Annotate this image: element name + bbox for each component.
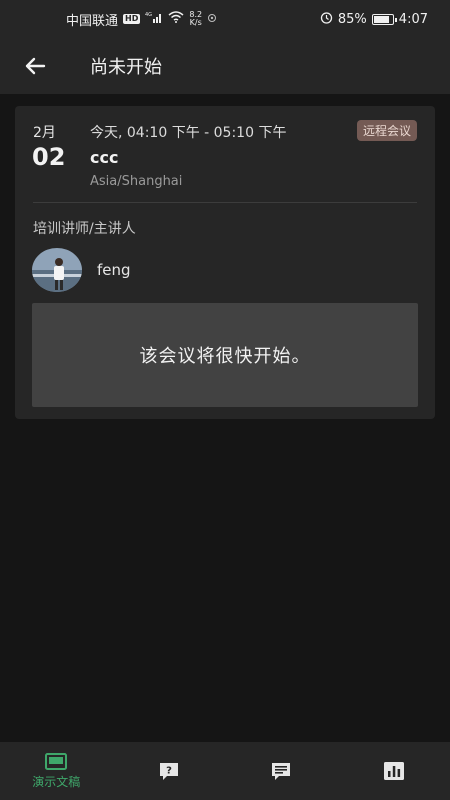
speed-unit: K/s bbox=[189, 18, 202, 27]
tab-presentation[interactable]: 演示文稿 bbox=[0, 742, 113, 800]
speaker-section-label: 培训讲师/主讲人 bbox=[33, 221, 136, 237]
status-bar: 中国联通 HD 4G 8.2 K/s 85% 4:07 bbox=[0, 0, 450, 38]
avatar bbox=[32, 248, 82, 292]
signal-icon: 4G bbox=[145, 11, 163, 27]
event-month: 2月 bbox=[33, 125, 56, 141]
bottom-nav: 演示文稿 ? bbox=[0, 742, 450, 800]
battery-level bbox=[373, 15, 389, 23]
speaker-name: feng bbox=[97, 261, 131, 279]
event-card: 2月 02 今天, 04:10 下午 - 05:10 下午 ccc Asia/S… bbox=[15, 106, 435, 419]
tab-presentation-label: 演示文稿 bbox=[32, 774, 81, 789]
svg-text:?: ? bbox=[166, 766, 172, 777]
stats-icon bbox=[383, 762, 404, 780]
divider bbox=[33, 202, 417, 203]
event-name: ccc bbox=[90, 148, 119, 167]
status-right: 85% 4:07 bbox=[320, 11, 428, 28]
meeting-type-badge: 远程会议 bbox=[356, 120, 417, 141]
carrier-name: 中国联通 bbox=[66, 13, 119, 29]
meeting-notice-text: 该会议将很快开始。 bbox=[139, 346, 311, 367]
network-type: 4G bbox=[145, 12, 152, 18]
arrow-left-icon bbox=[25, 57, 46, 75]
location-icon bbox=[207, 12, 217, 27]
event-timezone: Asia/Shanghai bbox=[90, 174, 183, 189]
meeting-notice: 该会议将很快开始。 bbox=[32, 303, 418, 407]
alarm-icon bbox=[320, 11, 333, 28]
battery-percent: 85% bbox=[337, 11, 367, 27]
status-left: 中国联通 HD 4G 8.2 K/s bbox=[66, 10, 217, 29]
wifi-icon bbox=[168, 11, 184, 27]
hd-icon: HD bbox=[123, 14, 141, 24]
page-title: 尚未开始 bbox=[90, 57, 162, 78]
question-icon: ? bbox=[159, 763, 178, 780]
app-bar: 尚未开始 bbox=[0, 38, 450, 94]
tab-stats[interactable] bbox=[338, 742, 450, 800]
event-time-range: 今天, 04:10 下午 - 05:10 下午 bbox=[90, 125, 287, 141]
back-button[interactable] bbox=[16, 47, 54, 85]
network-speed: 8.2 K/s bbox=[189, 11, 202, 27]
battery-icon bbox=[371, 13, 397, 25]
event-day: 02 bbox=[32, 143, 66, 171]
chat-icon bbox=[272, 763, 291, 780]
clock: 4:07 bbox=[398, 11, 428, 27]
tab-chat[interactable] bbox=[225, 742, 338, 800]
tab-questions[interactable]: ? bbox=[113, 742, 226, 800]
presentation-icon bbox=[45, 752, 68, 770]
